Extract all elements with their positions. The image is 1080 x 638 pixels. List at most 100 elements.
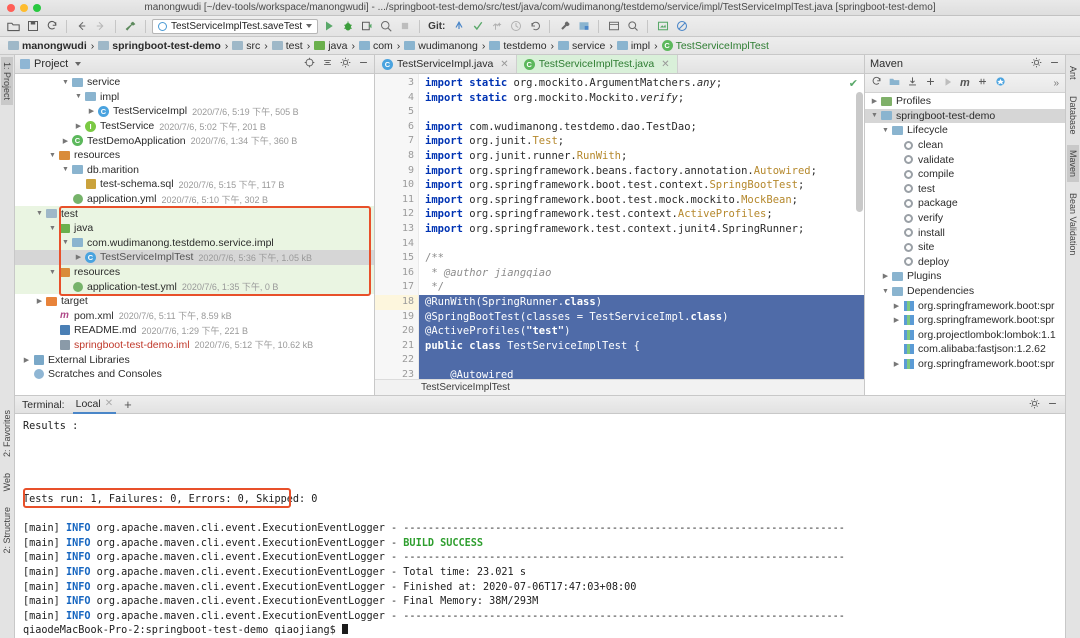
back-arrow-icon[interactable] xyxy=(73,18,90,35)
left-toolwindow-favorites[interactable]: 2: Favorites xyxy=(1,405,13,462)
chevron-right-icon[interactable]: ▶ xyxy=(880,272,891,280)
build-hammer-icon[interactable] xyxy=(122,18,139,35)
code-view[interactable]: 3456789101112131415161718192021222324 im… xyxy=(375,74,864,379)
breadcrumb-item-test[interactable]: test xyxy=(270,40,305,52)
git-commit-icon[interactable] xyxy=(469,18,486,35)
gutter-line-number[interactable]: 16 xyxy=(375,266,418,281)
execute-goal-icon[interactable] xyxy=(995,76,1006,90)
terminal-tab-local[interactable]: Local ✕ xyxy=(72,396,117,414)
gutter-line-number[interactable]: 7 xyxy=(375,134,418,149)
project-tree-row[interactable]: ▼ com.wudimanong.testdemo.service.impl xyxy=(15,235,374,251)
chevron-down-icon[interactable]: ▼ xyxy=(60,79,71,86)
gutter-line-number[interactable]: 10 xyxy=(375,178,418,193)
project-tree-row[interactable]: application.yml 2020/7/6, 5:10 下午, 302 B xyxy=(15,192,374,207)
code-line[interactable]: @RunWith(SpringRunner.class) xyxy=(419,294,864,310)
generate-sources-icon[interactable] xyxy=(889,76,900,90)
gutter-line-number[interactable]: 8 xyxy=(375,149,418,164)
screenshot-icon[interactable] xyxy=(654,18,671,35)
project-tree-row[interactable]: ▼ java xyxy=(15,220,374,236)
add-terminal-tab-button[interactable]: + xyxy=(124,397,132,412)
chevron-right-icon[interactable]: ▶ xyxy=(891,316,902,324)
chevron-right-icon[interactable]: ▶ xyxy=(60,137,71,145)
inspection-ok-icon[interactable]: ✔ xyxy=(849,77,858,90)
maven-tree-row[interactable]: ▶ Plugins xyxy=(865,269,1065,284)
gutter-line-number[interactable]: 23 xyxy=(375,368,418,379)
chevron-right-icon[interactable]: ▶ xyxy=(891,360,902,368)
project-tree-row[interactable]: ▼ impl xyxy=(15,90,374,105)
maven-tree-row[interactable]: ▼ Lifecycle xyxy=(865,123,1065,138)
code-line[interactable]: @Autowired xyxy=(419,367,864,379)
reimport-icon[interactable] xyxy=(871,76,882,90)
open-folder-icon[interactable] xyxy=(5,18,22,35)
gutter-line-number[interactable]: 6 xyxy=(375,120,418,135)
maven-tree-row[interactable]: validate xyxy=(865,152,1065,167)
chevron-down-icon[interactable] xyxy=(306,24,313,28)
maven-tree-row[interactable]: package xyxy=(865,196,1065,211)
project-tree-row[interactable]: Scratches and Consoles xyxy=(15,367,374,382)
maven-tree-row[interactable]: ▶ org.springframework.boot:spr xyxy=(865,313,1065,328)
project-tree-row[interactable]: test-schema.sql 2020/7/6, 5:15 下午, 117 B xyxy=(15,177,374,192)
code-line[interactable] xyxy=(419,353,864,368)
disable-icon[interactable] xyxy=(673,18,690,35)
close-icon[interactable]: ✕ xyxy=(105,398,113,409)
editor-tab-testserviceimpl[interactable]: C TestServiceImpl.java ✕ xyxy=(375,55,517,73)
project-tree-row[interactable]: ▼ resources xyxy=(15,148,374,163)
maven-tree-row[interactable]: ▶ org.springframework.boot:spr xyxy=(865,298,1065,313)
settings-wrench-icon[interactable] xyxy=(556,18,573,35)
maven-tree-row[interactable]: ▼ Dependencies xyxy=(865,284,1065,299)
collapse-all-icon[interactable] xyxy=(322,57,333,71)
maven-m-icon[interactable]: m xyxy=(960,77,970,89)
project-tree-row[interactable]: application-test.yml 2020/7/6, 1:35 下午, 0… xyxy=(15,279,374,294)
maven-tree-row[interactable]: install xyxy=(865,225,1065,240)
code-line[interactable]: import org.springframework.beans.factory… xyxy=(419,164,864,179)
right-toolwindow-database[interactable]: Database xyxy=(1067,91,1079,140)
add-icon[interactable] xyxy=(925,76,936,90)
gutter-line-number[interactable]: 21 xyxy=(375,339,430,354)
breadcrumb-item-java[interactable]: java xyxy=(312,40,349,52)
project-tree-row[interactable]: ▶ C TestServiceImpl 2020/7/6, 5:19 下午, 505 … xyxy=(15,104,374,119)
project-tree-row[interactable]: ▼ resources xyxy=(15,264,374,280)
code-line[interactable]: /** xyxy=(419,251,864,266)
maven-tree-row[interactable]: verify xyxy=(865,211,1065,226)
editor-gutter[interactable]: 3456789101112131415161718192021222324 xyxy=(375,74,430,379)
gutter-line-number[interactable]: 20 xyxy=(375,324,418,339)
chevron-right-icon[interactable]: ▶ xyxy=(86,107,97,115)
locate-icon[interactable] xyxy=(304,57,315,71)
code-line[interactable] xyxy=(419,237,864,252)
code-line[interactable]: import static org.mockito.Mockito.verify… xyxy=(419,91,864,106)
project-tree-row[interactable]: springboot-test-demo.iml 2020/7/6, 5:12 下… xyxy=(15,338,374,353)
gear-icon[interactable] xyxy=(1029,398,1040,412)
project-tree-row[interactable]: ▼ test xyxy=(15,206,374,221)
run-with-coverage-icon[interactable] xyxy=(358,18,375,35)
maven-tree[interactable]: ▶ Profiles ▼ springboot-test-demo ▼ Lifecycle… xyxy=(865,93,1065,395)
chevron-down-icon[interactable]: ▼ xyxy=(34,210,45,217)
chevron-down-icon[interactable]: ▼ xyxy=(60,166,71,173)
code-line[interactable]: import static org.mockito.ArgumentMatche… xyxy=(419,76,864,91)
right-toolwindow-ant[interactable]: Ant xyxy=(1067,61,1079,85)
gear-icon[interactable] xyxy=(340,57,351,71)
sync-icon[interactable] xyxy=(43,18,60,35)
code-line[interactable]: @ActiveProfiles("test") xyxy=(419,324,864,339)
maven-tree-row[interactable]: compile xyxy=(865,167,1065,182)
profile-icon[interactable] xyxy=(377,18,394,35)
project-tree-row[interactable]: ▶ C TestDemoApplication 2020/7/6, 1:34 下午, … xyxy=(15,133,374,148)
project-tree-row[interactable]: ▶ C TestServiceImplTest 2020/7/6, 5:36 下午, … xyxy=(15,250,374,265)
breadcrumb-item-testdemo[interactable]: testdemo xyxy=(487,40,548,52)
gutter-line-number[interactable]: 3 xyxy=(375,76,418,91)
maven-tree-row[interactable]: org.projectlombok:lombok:1.1 xyxy=(865,328,1065,343)
maven-tree-row[interactable]: clean xyxy=(865,138,1065,153)
gear-icon[interactable] xyxy=(1031,57,1042,71)
chevron-down-icon[interactable]: ▼ xyxy=(47,152,58,159)
code-line[interactable]: import org.springframework.boot.test.moc… xyxy=(419,193,864,208)
breadcrumb-item-com[interactable]: com xyxy=(357,40,395,52)
maven-tree-row[interactable]: deploy xyxy=(865,255,1065,270)
gutter-line-number[interactable]: 5 xyxy=(375,105,418,120)
code-line[interactable]: import org.junit.Test; xyxy=(419,134,864,149)
project-tree-row[interactable]: m pom.xml 2020/7/6, 5:11 下午, 8.59 kB xyxy=(15,309,374,324)
right-toolwindow-bean-validation[interactable]: Bean Validation xyxy=(1067,188,1079,260)
code-line[interactable]: public class TestServiceImplTest { xyxy=(419,338,864,354)
project-tree-row[interactable]: ▼ service xyxy=(15,75,374,90)
code-line[interactable]: */ xyxy=(419,280,864,295)
code-line[interactable]: @SpringBootTest(classes = TestServiceImp… xyxy=(419,309,864,325)
editor-code[interactable]: import static org.mockito.ArgumentMatche… xyxy=(419,74,864,379)
